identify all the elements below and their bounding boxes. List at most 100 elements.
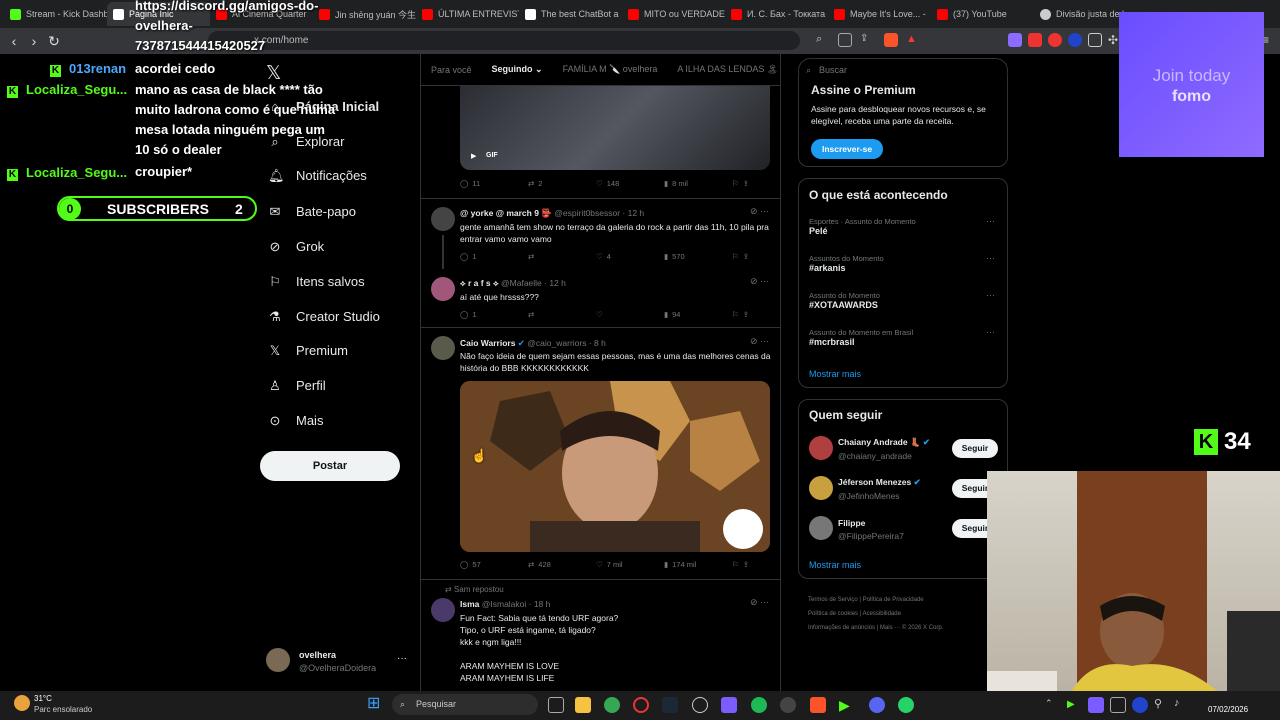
sidebar-item-notifications[interactable]: 🔔︎ Notificações bbox=[268, 168, 367, 183]
tab-list-ilha[interactable]: A ILHA DAS LENDAS 🏝 bbox=[667, 64, 780, 75]
browser-tab[interactable]: ÚLTIMA ENTREVIST bbox=[416, 2, 519, 26]
show-more-link[interactable]: Mostrar mais bbox=[809, 369, 861, 379]
share-icon[interactable]: ⇪ bbox=[743, 560, 749, 569]
back-icon[interactable]: ‹ bbox=[4, 33, 24, 49]
trend-more-icon[interactable]: ··· bbox=[986, 290, 995, 300]
extension-icon[interactable] bbox=[1088, 33, 1102, 47]
avatar[interactable] bbox=[266, 648, 290, 672]
forward-icon[interactable]: › bbox=[24, 33, 44, 49]
taskbar-date[interactable]: 07/02/2026 bbox=[1208, 705, 1248, 714]
more-icon[interactable]: ⊘ ··· bbox=[750, 206, 769, 217]
search-icon[interactable]: ⌕ bbox=[816, 33, 830, 47]
browser-tab[interactable]: (37) YouTube bbox=[931, 2, 1034, 26]
tray-icon[interactable] bbox=[1110, 697, 1126, 713]
follow-button[interactable]: Seguir bbox=[952, 439, 998, 458]
avatar[interactable] bbox=[431, 207, 455, 231]
weather-temp[interactable]: 31°C bbox=[34, 694, 52, 703]
repost-button[interactable]: ⇄ bbox=[528, 252, 596, 261]
avatar[interactable] bbox=[809, 516, 833, 540]
like-button[interactable]: ♡ 4 bbox=[596, 252, 664, 261]
tweet[interactable]: ⟡ r a f s ⟡ @Mafaelle · 12 h ⊘ ··· aí at… bbox=[421, 272, 780, 328]
tab-list-familia[interactable]: FAMÍLIA M 🔪 ovelhera bbox=[553, 64, 668, 75]
kick-app-icon[interactable]: ▶ bbox=[839, 697, 855, 713]
chrome-icon[interactable] bbox=[604, 697, 620, 713]
reply-button[interactable]: ◯ 1 bbox=[460, 252, 528, 261]
reload-icon[interactable]: ↻ bbox=[44, 33, 64, 50]
extension-icon[interactable] bbox=[1028, 33, 1042, 47]
like-button[interactable]: ♡ bbox=[596, 310, 664, 319]
trend-more-icon[interactable]: ··· bbox=[986, 327, 995, 337]
views-button[interactable]: ▮ 174 mil bbox=[664, 560, 732, 569]
trend-item[interactable]: Esportes · Assunto do Momento Pelé bbox=[809, 217, 916, 236]
browser-tab[interactable]: Stream - Kick Dashb bbox=[4, 2, 107, 26]
browser-tab[interactable]: Jin shēng yuán 今生 bbox=[313, 2, 416, 26]
browser-tab[interactable]: MITO ou VERDADE bbox=[622, 2, 725, 26]
tweet[interactable]: ⇄ Sam repostou Isma @Ismalakoi · 18 h ⊘ … bbox=[421, 580, 780, 691]
repost-button[interactable]: ⇄ 2 bbox=[528, 179, 596, 188]
opera-icon[interactable] bbox=[633, 697, 649, 713]
like-button[interactable]: ♡ 148 bbox=[596, 179, 664, 188]
tray-icon[interactable] bbox=[1132, 697, 1148, 713]
tweet-image[interactable] bbox=[460, 381, 770, 552]
bookmark-button[interactable]: ⚐ ⇪ bbox=[732, 310, 772, 319]
browser-tab[interactable]: The best ChatBot a bbox=[519, 2, 622, 26]
trend-more-icon[interactable]: ··· bbox=[986, 253, 995, 263]
trend-more-icon[interactable]: ··· bbox=[986, 216, 995, 226]
footer-line[interactable]: Informações de anúncios | Mais ··· © 202… bbox=[808, 621, 943, 635]
github-icon[interactable] bbox=[692, 697, 708, 713]
taskbar-search[interactable]: ⌕ Pesquisar bbox=[392, 694, 538, 715]
avatar[interactable] bbox=[809, 476, 833, 500]
weather-text[interactable]: Parc ensolarado bbox=[34, 705, 92, 714]
extension-icon[interactable] bbox=[1008, 33, 1022, 47]
tweet-author[interactable]: Caio Warriors bbox=[460, 338, 515, 348]
tab-following[interactable]: Seguindo ⌄ bbox=[482, 64, 553, 75]
file-explorer-icon[interactable] bbox=[575, 697, 591, 713]
screen-icon[interactable] bbox=[838, 33, 852, 47]
windows-start-icon[interactable]: ⊞ bbox=[367, 696, 380, 712]
tray-icon[interactable]: ▶ bbox=[1067, 697, 1083, 713]
follow-name[interactable]: Filippe bbox=[838, 518, 865, 528]
extension-icon[interactable] bbox=[1048, 33, 1062, 47]
brave-icon[interactable] bbox=[810, 697, 826, 713]
bookmark-button[interactable]: ⚐ ⇪ bbox=[732, 179, 772, 188]
more-icon[interactable]: ⊘ ··· bbox=[750, 336, 769, 347]
sidebar-item-premium[interactable]: 𝕏 Premium bbox=[268, 343, 348, 358]
more-icon[interactable]: ⊘ ··· bbox=[750, 597, 769, 608]
avatar[interactable] bbox=[431, 598, 455, 622]
trend-item[interactable]: Assunto do Momento #XOTAAWARDS bbox=[809, 291, 880, 310]
brave-shield-icon[interactable] bbox=[884, 33, 898, 47]
sidebar-item-bookmarks[interactable]: ⚐ Itens salvos bbox=[268, 274, 364, 289]
reply-button[interactable]: ◯ 11 bbox=[460, 179, 528, 188]
tray-icon[interactable] bbox=[1088, 697, 1104, 713]
volume-icon[interactable]: ♪ bbox=[1174, 697, 1190, 713]
weather-icon[interactable] bbox=[14, 695, 30, 711]
app-icon[interactable] bbox=[780, 697, 796, 713]
avatar[interactable] bbox=[809, 436, 833, 460]
reply-button[interactable]: ◯ 57 bbox=[460, 560, 528, 569]
bookmark-button[interactable]: ⚐ ⇪ bbox=[732, 252, 772, 261]
like-button[interactable]: ♡ 7 mil bbox=[596, 560, 664, 569]
sidebar-item-creator-studio[interactable]: ⚗ Creator Studio bbox=[268, 309, 380, 324]
footer-line[interactable]: Termos de Serviço | Política de Privacid… bbox=[808, 593, 943, 607]
tweet-author[interactable]: Isma bbox=[460, 599, 479, 609]
sidebar-item-grok[interactable]: ⊘ Grok bbox=[268, 239, 325, 254]
follow-name[interactable]: Jéferson Menezes ✔ bbox=[838, 477, 921, 488]
tweet-author[interactable]: @ yorke @ march 9 👺 bbox=[460, 208, 552, 218]
account-name[interactable]: ovelhera bbox=[299, 650, 336, 660]
footer-line[interactable]: Política de cookies | Acessibilidade bbox=[808, 607, 943, 621]
share-icon[interactable]: ⇪ bbox=[743, 179, 749, 188]
avatar[interactable] bbox=[431, 277, 455, 301]
post-button[interactable]: Postar bbox=[260, 451, 400, 481]
tweet-author[interactable]: ⟡ r a f s ⟡ bbox=[460, 278, 499, 288]
gif-media[interactable] bbox=[460, 86, 770, 170]
discord-icon[interactable] bbox=[869, 697, 885, 713]
browser-tab[interactable]: И. С. Бах - Токката bbox=[725, 2, 828, 26]
sidebar-item-profile[interactable]: ♙ Perfil bbox=[268, 378, 325, 393]
tab-for-you[interactable]: Para você bbox=[421, 65, 482, 75]
network-icon[interactable]: ⚲ bbox=[1154, 697, 1170, 713]
show-more-link[interactable]: Mostrar mais bbox=[809, 560, 861, 570]
share-icon[interactable]: ⇪ bbox=[743, 310, 749, 319]
whatsapp-icon[interactable] bbox=[898, 697, 914, 713]
trend-item[interactable]: Assunto do Momento em Brasil #mcrbrasil bbox=[809, 328, 913, 347]
more-icon[interactable]: ⊘ ··· bbox=[750, 276, 769, 287]
